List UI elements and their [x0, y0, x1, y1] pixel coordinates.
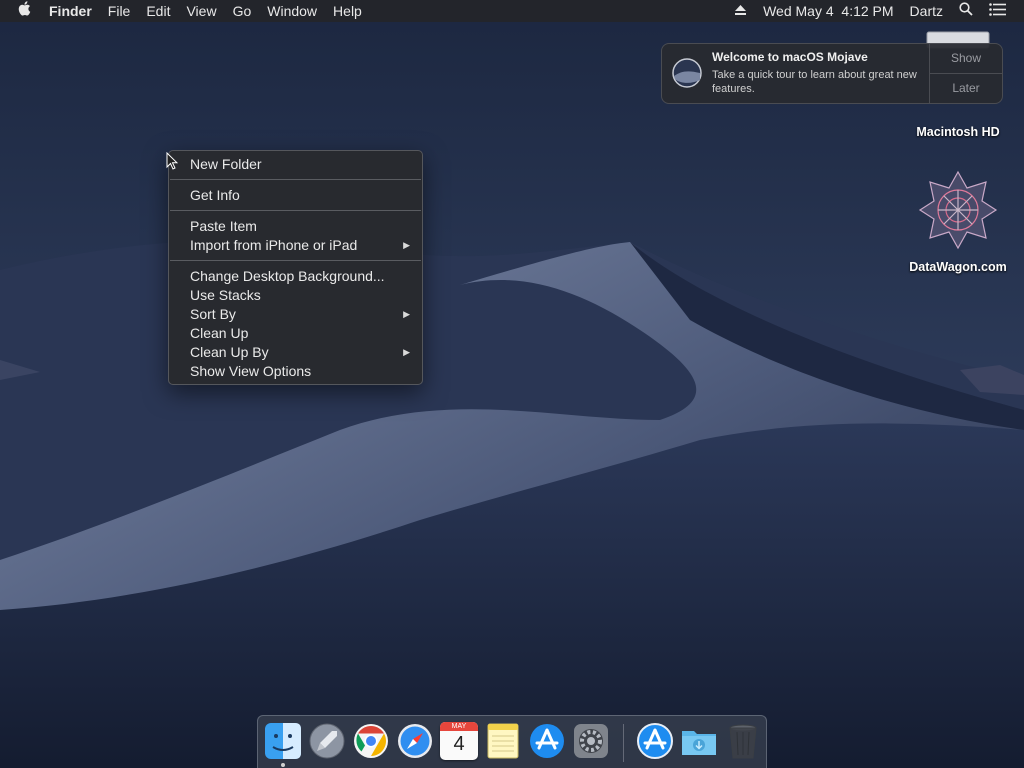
menu-item-label: Change Desktop Background... [190, 268, 385, 284]
desktop[interactable]: Finder File Edit View Go Window Help Wed… [0, 0, 1024, 768]
running-indicator [281, 763, 285, 767]
menu-item-paste-item[interactable]: Paste Item [169, 217, 422, 236]
notification-center-icon[interactable] [981, 0, 1014, 22]
spotlight-search-icon[interactable] [951, 0, 981, 22]
submenu-arrow-icon: ▶ [403, 309, 410, 319]
menu-view[interactable]: View [178, 0, 224, 22]
menu-item-label: Clean Up By [190, 344, 269, 360]
menu-edit[interactable]: Edit [138, 0, 178, 22]
submenu-arrow-icon: ▶ [403, 347, 410, 357]
menu-bar: Finder File Edit View Go Window Help Wed… [0, 0, 1024, 22]
menu-item-label: Show View Options [190, 363, 312, 379]
mojave-wallpaper [0, 0, 1024, 768]
notification-actions: Show Later [929, 44, 1002, 103]
calendar-day: 4 [453, 733, 465, 755]
app-store-icon[interactable] [528, 722, 566, 760]
menu-item-get-info[interactable]: Get Info [169, 186, 422, 205]
welcome-notification[interactable]: Welcome to macOS Mojave Take a quick tou… [661, 43, 1003, 104]
menu-file[interactable]: File [100, 0, 139, 22]
finder-icon[interactable] [264, 722, 302, 760]
calendar-month: MAY [440, 722, 478, 731]
menu-clock[interactable]: Wed May 4 4:12 PM [755, 0, 901, 22]
menu-item-label: Paste Item [190, 218, 257, 234]
app-store-icon[interactable] [636, 722, 674, 760]
menu-go[interactable]: Go [225, 0, 260, 22]
chrome-icon[interactable] [352, 722, 390, 760]
safari-icon[interactable] [396, 722, 434, 760]
menu-item-label: Sort By [190, 306, 236, 322]
menu-item-show-view-options[interactable]: Show View Options [169, 362, 422, 381]
menu-separator [170, 260, 421, 261]
mouse-pointer-icon [166, 152, 178, 170]
submenu-arrow-icon: ▶ [403, 240, 410, 250]
eject-icon[interactable] [726, 0, 755, 22]
menu-item-label: Import from iPhone or iPad [190, 237, 358, 253]
desktop-icon-label: Macintosh HD [916, 125, 1000, 139]
menu-item-clean-up-by[interactable]: Clean Up By ▶ [169, 343, 422, 362]
mojave-app-icon [672, 58, 702, 88]
menu-item-use-stacks[interactable]: Use Stacks [169, 286, 422, 305]
menu-item-label: Get Info [190, 187, 240, 203]
apple-menu-icon[interactable] [0, 0, 41, 22]
calendar-icon[interactable]: MAY 4 [440, 722, 478, 760]
menu-item-import-from-iphone[interactable]: Import from iPhone or iPad ▶ [169, 236, 422, 255]
notification-show-button[interactable]: Show [930, 44, 1002, 74]
notification-body: Take a quick tour to learn about great n… [712, 69, 917, 95]
menu-help[interactable]: Help [325, 0, 370, 22]
desktop-icon-datawagon[interactable]: DataWagon.com [895, 170, 1021, 274]
dock-separator [623, 724, 624, 762]
system-preferences-icon[interactable] [572, 722, 610, 760]
menu-separator [170, 210, 421, 211]
menu-user[interactable]: Dartz [902, 0, 951, 22]
menu-item-sort-by[interactable]: Sort By ▶ [169, 305, 422, 324]
menu-item-change-desktop-background[interactable]: Change Desktop Background... [169, 267, 422, 286]
menu-app-finder[interactable]: Finder [41, 0, 100, 22]
menu-item-label: Use Stacks [190, 287, 261, 303]
menu-item-new-folder[interactable]: New Folder [169, 155, 422, 174]
menu-item-label: New Folder [190, 156, 262, 172]
notes-icon[interactable] [484, 722, 522, 760]
menu-item-label: Clean Up [190, 325, 249, 341]
trash-icon[interactable] [724, 722, 762, 760]
menu-separator [170, 179, 421, 180]
desktop-icon-label: DataWagon.com [909, 260, 1007, 274]
downloads-folder-icon[interactable] [680, 722, 718, 760]
launchpad-icon[interactable] [308, 722, 346, 760]
dock: MAY 4 [257, 715, 767, 768]
notification-title: Welcome to macOS Mojave [712, 50, 868, 64]
desktop-context-menu: New Folder Get Info Paste Item Import fr… [168, 150, 423, 385]
menu-item-clean-up[interactable]: Clean Up [169, 324, 422, 343]
menu-window[interactable]: Window [259, 0, 325, 22]
notification-later-button[interactable]: Later [930, 74, 1002, 103]
webloc-star-icon [918, 170, 998, 250]
